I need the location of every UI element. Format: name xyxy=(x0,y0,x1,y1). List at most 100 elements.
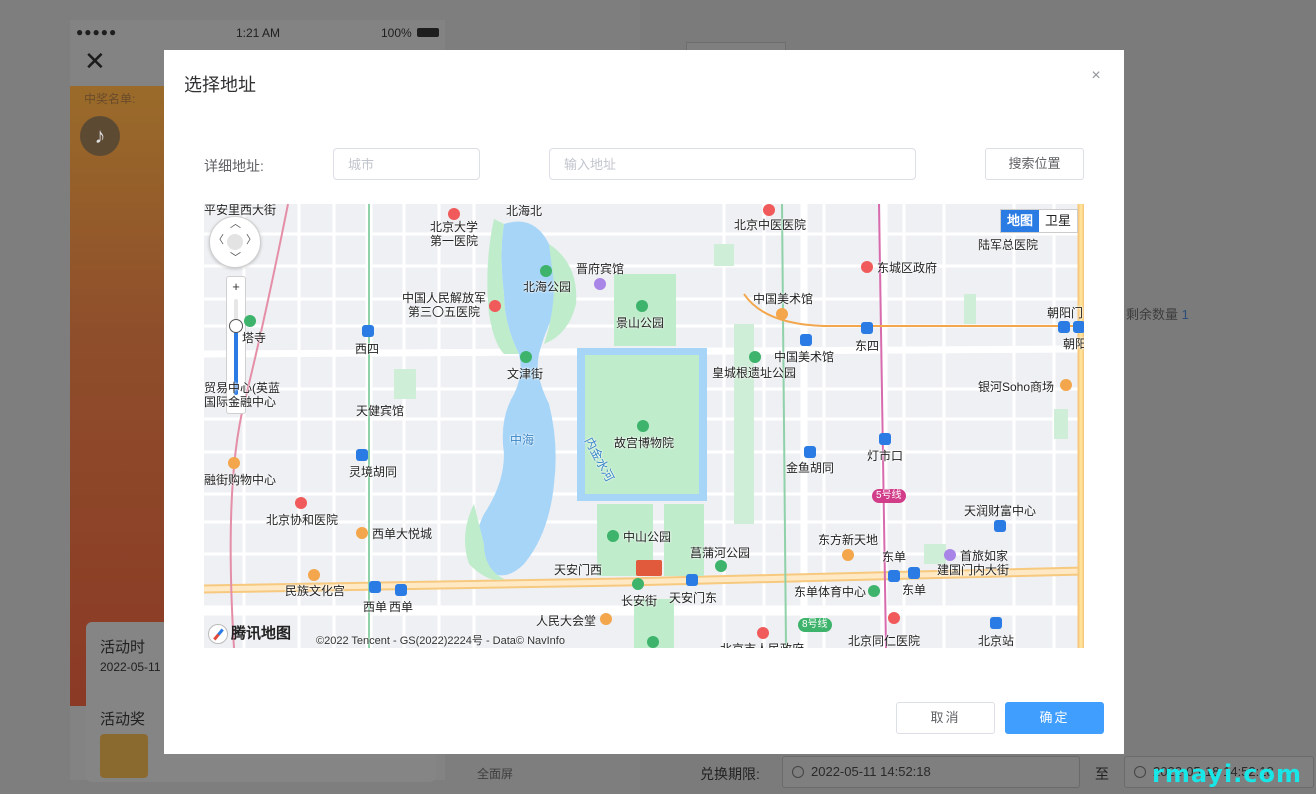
mall-marker-icon[interactable] xyxy=(356,527,368,539)
phone-status-bar: ●●●●● 1:21 AM 100% xyxy=(70,20,445,44)
metro-station-icon[interactable] xyxy=(395,584,407,596)
map-label: 西四 xyxy=(355,342,380,356)
activity-time-label: 活动时 xyxy=(100,639,146,656)
map-label: 朝阳 xyxy=(1063,337,1084,351)
park-marker-icon[interactable] xyxy=(749,351,761,363)
map-label: 灯市口 xyxy=(867,449,904,463)
government-marker-icon[interactable] xyxy=(757,627,769,639)
hospital-marker-icon[interactable] xyxy=(888,612,900,624)
hospital-marker-icon[interactable] xyxy=(763,204,775,216)
metro-station-icon[interactable] xyxy=(990,617,1002,629)
remaining-count: 剩余数量 1 xyxy=(1126,304,1189,323)
cancel-button[interactable]: 取消 xyxy=(896,702,995,734)
satellite-type-button[interactable]: 卫星 xyxy=(1039,210,1077,232)
search-location-button[interactable]: 搜索位置 xyxy=(985,148,1084,180)
park-marker-icon[interactable] xyxy=(636,300,648,312)
pan-right-icon[interactable]: 〉 xyxy=(246,235,257,246)
address-input[interactable] xyxy=(549,148,916,180)
music-icon[interactable]: ♪ xyxy=(80,116,120,156)
map-label: 中海 xyxy=(510,433,535,447)
map-label: 朝阳门 xyxy=(1047,306,1084,320)
metro-station-icon[interactable] xyxy=(1073,321,1084,333)
map-label: 西单大悦城 xyxy=(372,527,433,541)
map-label: 银河Soho商场 xyxy=(978,380,1055,394)
metro-station-icon[interactable] xyxy=(356,449,368,461)
metro-station-icon[interactable] xyxy=(879,433,891,445)
pan-up-icon[interactable]: ︿ xyxy=(230,219,241,230)
map-label: 皇城根遗址公园 xyxy=(712,366,797,380)
landmark-marker-icon[interactable] xyxy=(600,613,612,625)
hospital-marker-icon[interactable] xyxy=(295,497,307,509)
map-label: 北海公园 xyxy=(523,280,572,294)
metro-station-icon[interactable] xyxy=(686,574,698,586)
map-label: 东四 xyxy=(855,339,880,353)
winner-notice: 中奖名单: xyxy=(84,92,136,106)
map-view[interactable]: 地图 卫星 ︿ 〈 〉 ﹀ + − 平安里西大街 北京大学 第一医院 北海北 北京… xyxy=(204,204,1084,648)
map-label: 中国美术馆 xyxy=(753,292,814,306)
government-marker-icon[interactable] xyxy=(861,261,873,273)
signal-icon: ●●●●● xyxy=(76,25,118,39)
fullscreen-label[interactable]: 全面屏 xyxy=(477,765,513,782)
map-logo-text: 腾讯地图 xyxy=(231,625,292,642)
hospital-marker-icon[interactable] xyxy=(448,208,460,220)
zoom-in-button[interactable]: + xyxy=(227,279,245,294)
park-marker-icon[interactable] xyxy=(244,315,256,327)
address-label: 详细地址: xyxy=(204,158,264,174)
activity-prize-label: 活动奖 xyxy=(100,711,146,728)
close-icon[interactable]: ✕ xyxy=(84,48,106,74)
compass-icon xyxy=(208,624,228,645)
park-marker-icon[interactable] xyxy=(540,265,552,277)
map-label: 北京协和医院 xyxy=(266,513,339,527)
mall-marker-icon[interactable] xyxy=(228,457,240,469)
museum-marker-icon[interactable] xyxy=(632,578,644,590)
metro-station-icon[interactable] xyxy=(362,325,374,337)
museum-marker-icon[interactable] xyxy=(647,636,659,648)
close-icon[interactable]: × xyxy=(1088,68,1104,84)
park-marker-icon[interactable] xyxy=(715,560,727,572)
museum-marker-icon[interactable] xyxy=(637,420,649,432)
mall-marker-icon[interactable] xyxy=(1060,379,1072,391)
activity-time-value: 2022-05-11 xyxy=(100,660,161,674)
map-label: 东单体育中心 xyxy=(794,585,867,599)
metro-station-icon[interactable] xyxy=(861,322,873,334)
mall-marker-icon[interactable] xyxy=(842,549,854,561)
museum-marker-icon[interactable] xyxy=(776,308,788,320)
stadium-marker-icon[interactable] xyxy=(868,585,880,597)
metro-station-icon[interactable] xyxy=(369,581,381,593)
map-label: 景山公园 xyxy=(616,316,665,330)
exchange-period-label: 兑换期限: xyxy=(700,766,760,782)
map-label: 北京站 xyxy=(978,634,1015,648)
building-marker-icon[interactable] xyxy=(994,520,1006,532)
metro-station-icon[interactable] xyxy=(908,567,920,579)
exchange-start-value: 2022-05-11 14:52:18 xyxy=(811,764,931,779)
hotel-marker-icon[interactable] xyxy=(944,549,956,561)
museum-marker-icon[interactable] xyxy=(308,569,320,581)
map-label: 中国人民解放军 第三〇五医院 xyxy=(402,291,487,319)
confirm-button[interactable]: 确定 xyxy=(1005,702,1104,734)
pan-control[interactable]: ︿ 〈 〉 ﹀ xyxy=(209,216,261,268)
exchange-start-input[interactable]: 2022-05-11 14:52:18 xyxy=(782,756,1080,788)
city-input[interactable] xyxy=(333,148,480,180)
hospital-marker-icon[interactable] xyxy=(489,300,501,312)
map-type-button[interactable]: 地图 xyxy=(1001,210,1040,232)
dialog-title: 选择地址 xyxy=(184,75,256,95)
clock-icon xyxy=(1134,766,1146,778)
select-address-dialog: 选择地址 × 详细地址: 搜索位置 xyxy=(164,50,1124,754)
park-marker-icon[interactable] xyxy=(520,351,532,363)
metro-station-icon[interactable] xyxy=(804,446,816,458)
hotel-marker-icon[interactable] xyxy=(594,278,606,290)
metro-station-icon[interactable] xyxy=(1058,321,1070,333)
map-label: 灵境胡同 xyxy=(349,465,398,479)
pan-left-icon[interactable]: 〈 xyxy=(213,235,224,246)
clock-icon xyxy=(792,766,804,778)
park-marker-icon[interactable] xyxy=(607,530,619,542)
map-label: 人民大会堂 xyxy=(536,614,597,628)
pan-down-icon[interactable]: ﹀ xyxy=(230,253,241,264)
watermark: rmayi.com xyxy=(1152,760,1303,788)
map-label: 民族文化宫 xyxy=(285,584,346,598)
zoom-slider-handle[interactable] xyxy=(229,318,243,333)
metro-station-icon[interactable] xyxy=(888,570,900,582)
metro-station-icon[interactable] xyxy=(800,334,812,346)
map-label: 菖蒲河公园 xyxy=(690,546,751,560)
tiananmen-icon[interactable] xyxy=(636,560,662,576)
